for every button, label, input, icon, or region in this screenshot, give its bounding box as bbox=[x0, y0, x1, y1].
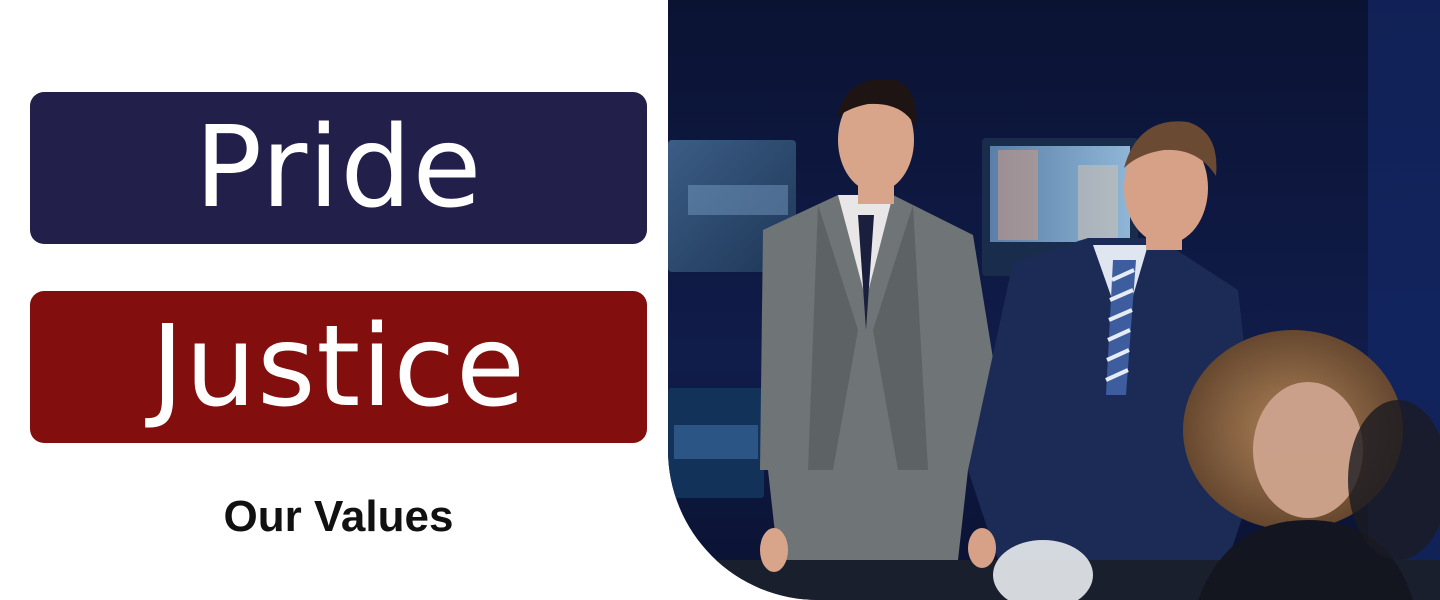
values-panel: Pride Justice Our Values bbox=[0, 0, 668, 600]
newsroom-photo-illustration bbox=[668, 0, 1440, 600]
value-label-pride: Pride bbox=[194, 103, 483, 233]
value-label-justice: Justice bbox=[151, 302, 526, 432]
value-banner-justice: Justice bbox=[30, 291, 647, 443]
section-caption: Our Values bbox=[223, 492, 454, 541]
value-banner-pride: Pride bbox=[30, 92, 647, 244]
newsroom-photo bbox=[668, 0, 1440, 600]
